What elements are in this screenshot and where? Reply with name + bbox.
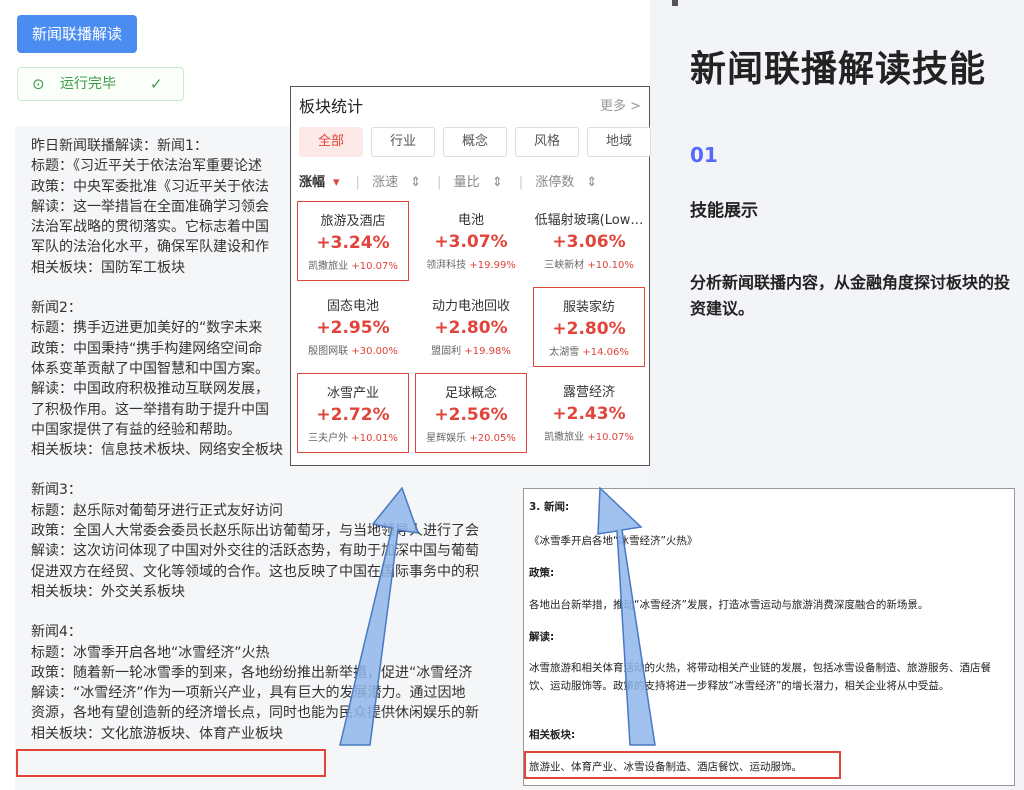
stock-change: +10.10% bbox=[587, 260, 634, 271]
sector-name: 低辐射玻璃(Low… bbox=[534, 213, 644, 228]
tab-style[interactable]: 风格 bbox=[515, 127, 579, 157]
sort-change[interactable]: 涨幅 ▾ bbox=[299, 175, 348, 190]
stock-name: 凯撒旅业 bbox=[544, 432, 585, 443]
sector-change: +2.80% bbox=[552, 319, 626, 339]
sector-change: +2.56% bbox=[434, 405, 508, 425]
sector-name: 足球概念 bbox=[444, 386, 497, 401]
sector-cell[interactable]: 服装家纺 +2.80% 太湖雪 +14.06% bbox=[533, 287, 645, 367]
card-head: 3. 新闻: bbox=[529, 501, 570, 513]
leading-stock: 星辉娱乐 +20.05% bbox=[416, 429, 526, 444]
card-interp-text: 冰雪旅游和相关体育活动的火热，将带动相关产业链的发展，包括冰雪设备制造、旅游服务… bbox=[529, 662, 991, 692]
sector-name: 电池 bbox=[457, 213, 484, 228]
tab-concept[interactable]: 概念 bbox=[443, 127, 507, 157]
tab-industry[interactable]: 行业 bbox=[371, 127, 435, 157]
sort-volume-label: 量比 bbox=[453, 175, 480, 190]
sector-cell[interactable]: 电池 +3.07% 领湃科技 +19.99% bbox=[415, 201, 527, 281]
leading-stock: 三峡新材 +10.10% bbox=[533, 256, 645, 271]
card-sector-label: 相关板块: bbox=[529, 729, 576, 741]
divider: | bbox=[518, 175, 524, 190]
tab-all[interactable]: 全部 bbox=[299, 127, 363, 157]
sector-name: 动力电池回收 bbox=[431, 299, 510, 314]
sort-desc-icon: ▾ bbox=[333, 175, 340, 190]
checkmark-icon: ✓ bbox=[150, 75, 163, 93]
section-title: 技能展示 bbox=[690, 201, 758, 221]
status-label: 运行完毕 bbox=[60, 76, 116, 92]
sort-icon: ⇕ bbox=[586, 175, 598, 190]
stock-change: +30.00% bbox=[351, 346, 398, 357]
sort-icon: ⇕ bbox=[491, 175, 503, 190]
stock-name: 三夫户外 bbox=[308, 433, 349, 444]
run-news-button[interactable]: 新闻联播解读 bbox=[17, 15, 137, 53]
sector-name: 冰雪产业 bbox=[326, 386, 379, 401]
sector-cell[interactable]: 低辐射玻璃(Low… +3.06% 三峡新材 +10.10% bbox=[533, 201, 645, 281]
check-circle-icon: ⊙ bbox=[32, 75, 45, 93]
skill-description: 分析新闻联播内容，从金融角度探讨板块的投资建议。 bbox=[690, 273, 1011, 318]
stock-change: +14.06% bbox=[582, 347, 629, 358]
panel-title: 板块统计 bbox=[299, 97, 364, 116]
sector-cell[interactable]: 固态电池 +2.95% 殷图网联 +30.00% bbox=[297, 287, 409, 367]
sector-change: +2.72% bbox=[316, 405, 390, 425]
stock-name: 盟固利 bbox=[431, 346, 462, 357]
divider: | bbox=[355, 175, 360, 190]
sort-change-label: 涨幅 bbox=[299, 175, 326, 190]
stock-name: 星辉娱乐 bbox=[426, 433, 467, 444]
sort-limit-label: 涨停数 bbox=[535, 175, 575, 190]
leading-stock: 殷图网联 +30.00% bbox=[297, 342, 409, 357]
stock-change: +19.98% bbox=[464, 346, 511, 357]
slide-title: 新闻联播解读技能 bbox=[690, 49, 987, 90]
sector-change: +3.07% bbox=[434, 232, 508, 252]
stock-change: +19.99% bbox=[469, 260, 516, 271]
sector-stats-panel: 板块统计 更多 > 全部 行业 概念 风格 地域 涨幅 ▾ | 涨速 ⇕ | 量比 ⇕… bbox=[290, 86, 651, 466]
sort-volume[interactable]: 量比 ⇕ bbox=[454, 175, 511, 190]
sector-change: +2.43% bbox=[552, 404, 626, 424]
sort-icon: ⇕ bbox=[410, 175, 422, 190]
stock-name: 三峡新材 bbox=[544, 260, 585, 271]
sector-cell[interactable]: 冰雪产业 +2.72% 三夫户外 +10.01% bbox=[297, 373, 409, 453]
sector-change: +2.80% bbox=[434, 318, 508, 338]
sector-change: +2.95% bbox=[316, 318, 390, 338]
card-interp-label: 解读: bbox=[529, 631, 555, 643]
sector-change: +3.24% bbox=[316, 233, 390, 253]
leading-stock: 太湖雪 +14.06% bbox=[534, 343, 644, 358]
slide-corner-mark bbox=[672, 0, 678, 6]
sort-bar: 涨幅 ▾ | 涨速 ⇕ | 量比 ⇕ | 涨停数 ⇕ bbox=[299, 171, 613, 190]
tab-region[interactable]: 地域 bbox=[587, 127, 651, 157]
sector-change: +3.06% bbox=[552, 232, 626, 252]
leading-stock: 凯撒旅业 +10.07% bbox=[298, 257, 408, 272]
sector-cell[interactable]: 露营经济 +2.43% 凯撒旅业 +10.07% bbox=[533, 373, 645, 453]
news-analysis-card: 3. 新闻: 《冰雪季开启各地“冰雪经济”火热》 政策: 各地出台新举措，推动“… bbox=[523, 488, 1015, 786]
stock-name: 殷图网联 bbox=[308, 346, 349, 357]
sector-cell[interactable]: 动力电池回收 +2.80% 盟固利 +19.98% bbox=[415, 287, 527, 367]
leading-stock: 三夫户外 +10.01% bbox=[298, 429, 408, 444]
sector-highlight-box bbox=[16, 749, 326, 777]
stock-name: 太湖雪 bbox=[549, 347, 580, 358]
stock-change: +10.07% bbox=[351, 261, 398, 272]
sector-cell[interactable]: 旅游及酒店 +3.24% 凯撒旅业 +10.07% bbox=[297, 201, 409, 281]
stock-name: 领湃科技 bbox=[426, 260, 467, 271]
leading-stock: 领湃科技 +19.99% bbox=[415, 256, 527, 271]
card-sector-highlight bbox=[524, 751, 841, 779]
sector-name: 露营经济 bbox=[562, 385, 615, 400]
sector-name: 固态电池 bbox=[326, 299, 379, 314]
stock-change: +20.05% bbox=[469, 433, 516, 444]
leading-stock: 凯撒旅业 +10.07% bbox=[533, 428, 645, 443]
stock-change: +10.07% bbox=[587, 432, 634, 443]
leading-stock: 盟固利 +19.98% bbox=[415, 342, 527, 357]
sort-limit-up[interactable]: 涨停数 ⇕ bbox=[535, 175, 605, 190]
sort-speed[interactable]: 涨速 ⇕ bbox=[372, 175, 429, 190]
sector-name: 服装家纺 bbox=[562, 300, 615, 315]
card-policy-text: 各地出台新举措，推动“冰雪经济”发展，打造冰雪运动与旅游消费深度融合的新场景。 bbox=[529, 599, 929, 611]
stock-change: +10.01% bbox=[351, 433, 398, 444]
card-news-title: 《冰雪季开启各地“冰雪经济”火热》 bbox=[529, 535, 698, 547]
stock-name: 凯撒旅业 bbox=[308, 261, 349, 272]
section-number: 01 bbox=[690, 143, 718, 167]
sector-cell[interactable]: 足球概念 +2.56% 星辉娱乐 +20.05% bbox=[415, 373, 527, 453]
card-policy-label: 政策: bbox=[529, 567, 555, 579]
more-link[interactable]: 更多 > bbox=[600, 95, 641, 114]
sort-speed-label: 涨速 bbox=[372, 175, 399, 190]
run-status-badge: ⊙ 运行完毕 ✓ bbox=[17, 67, 184, 101]
sector-name: 旅游及酒店 bbox=[320, 214, 386, 229]
divider: | bbox=[437, 175, 442, 190]
